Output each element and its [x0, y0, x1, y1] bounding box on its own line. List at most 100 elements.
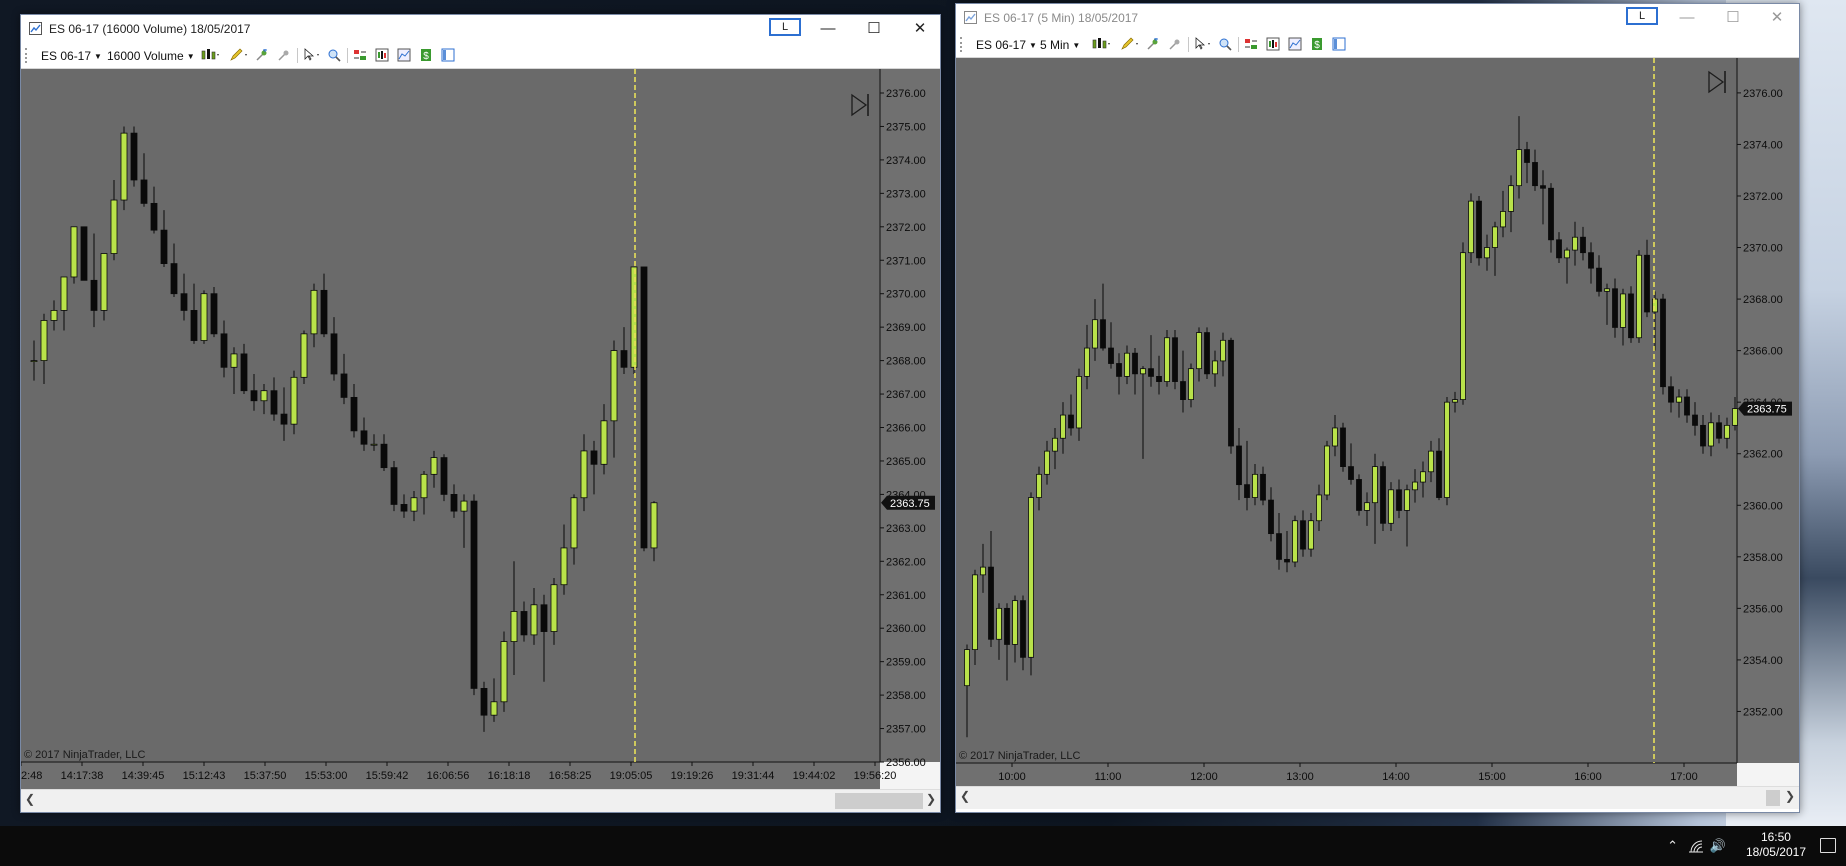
candle-body — [1180, 381, 1186, 400]
candle — [120, 126, 128, 211]
candle — [200, 290, 208, 344]
layout-panel-icon[interactable] — [441, 48, 455, 62]
chart-style-icon[interactable] — [1092, 37, 1112, 51]
cursor-tool-icon[interactable] — [1194, 37, 1214, 51]
drawing-tool-pencil-icon[interactable] — [1120, 37, 1140, 51]
drawing-tool-pencil-icon[interactable] — [229, 48, 249, 62]
close-button[interactable]: ✕ — [897, 15, 943, 43]
add-indicator-icon[interactable] — [255, 48, 269, 62]
title-bar[interactable]: ES 06-17 (16000 Volume) 18/05/2017 L — ☐… — [21, 15, 940, 43]
svg-text:$: $ — [1314, 40, 1320, 51]
candle-body — [1628, 293, 1634, 339]
strategy-icon[interactable] — [1168, 37, 1182, 51]
candle-body — [988, 566, 994, 640]
minimize-button[interactable]: — — [1664, 4, 1710, 32]
candle-body — [1324, 445, 1330, 496]
candle-body — [1204, 332, 1210, 375]
clock-time: 16:50 — [1760, 830, 1791, 844]
candle-body — [560, 547, 568, 586]
scroll-right-arrow-icon[interactable]: ❯ — [1785, 789, 1795, 803]
scroll-left-arrow-icon[interactable]: ❮ — [960, 789, 970, 803]
network-icon[interactable] — [1688, 838, 1704, 854]
candle-body — [1052, 437, 1058, 452]
data-box-icon[interactable] — [1266, 37, 1280, 51]
price-tick-label: 2376.00 — [1743, 88, 1783, 100]
candle-body — [120, 132, 128, 201]
candle-body — [150, 202, 158, 231]
zoom-icon[interactable] — [327, 48, 341, 62]
horizontal-scrollbar[interactable]: ❮ ❯ — [956, 786, 1799, 809]
candle — [1324, 440, 1330, 501]
properties-chart-icon[interactable] — [397, 48, 411, 62]
instrument-label: ES 06-17 — [41, 49, 92, 63]
data-box-icon[interactable] — [375, 48, 389, 62]
ninjatrader-app-icon — [964, 11, 977, 24]
candle-body — [330, 333, 338, 375]
interval-selector[interactable]: 5 Min ▼ — [1040, 38, 1080, 52]
chart-trader-icon[interactable] — [1244, 37, 1258, 51]
scrollbar-thumb[interactable] — [1766, 790, 1780, 806]
instrument-selector[interactable]: ES 06-17 ▼ — [41, 49, 102, 63]
candle — [1468, 193, 1474, 263]
volume-icon[interactable]: 🔊 — [1710, 838, 1726, 854]
candle-body — [1692, 414, 1698, 426]
dollar-icon[interactable]: $ — [1310, 37, 1324, 51]
title-bar[interactable]: ES 06-17 (5 Min) 18/05/2017 L — ☐ ✕ — [956, 4, 1799, 32]
chart-style-icon[interactable] — [201, 48, 221, 62]
candle-body — [50, 310, 58, 321]
candle-body — [570, 497, 578, 549]
instrument-selector[interactable]: ES 06-17 ▼ — [976, 38, 1037, 52]
cursor-tool-icon[interactable] — [303, 48, 323, 62]
maximize-button[interactable]: ☐ — [851, 15, 897, 43]
candle — [1292, 515, 1298, 568]
price-tick-label: 2375.00 — [886, 121, 926, 133]
link-button[interactable]: L — [769, 18, 801, 36]
candle-body — [1556, 239, 1562, 259]
candle-body — [1316, 494, 1322, 522]
candle-body — [1164, 337, 1170, 382]
candle — [1028, 492, 1034, 676]
candle-body — [640, 266, 648, 549]
candle-body — [1148, 368, 1154, 377]
candle-body — [470, 500, 478, 689]
candle-body — [980, 566, 986, 576]
toolbar-grip[interactable] — [960, 37, 964, 52]
toolbar-grip[interactable] — [25, 48, 29, 63]
interval-selector[interactable]: 16000 Volume ▼ — [107, 49, 195, 63]
strategy-icon[interactable] — [277, 48, 291, 62]
add-indicator-icon[interactable] — [1146, 37, 1160, 51]
candle — [1164, 330, 1170, 387]
system-clock[interactable]: 16:50 18/05/2017 — [1746, 830, 1806, 860]
properties-chart-icon[interactable] — [1288, 37, 1302, 51]
candle-body — [1700, 424, 1706, 447]
time-tick-label: 16:58:25 — [549, 770, 592, 782]
candle-body — [1460, 252, 1466, 400]
horizontal-scrollbar[interactable]: ❮ ❯ — [21, 789, 940, 812]
dollar-icon[interactable]: $ — [419, 48, 433, 62]
candle-body — [1580, 236, 1586, 254]
price-tick-label: 2361.00 — [886, 590, 926, 602]
chart-trader-icon[interactable] — [353, 48, 367, 62]
notification-center-icon[interactable] — [1820, 838, 1836, 853]
candle-body — [1156, 375, 1162, 382]
price-chart-volume[interactable]: 2376.00 2375.00 2374.00 2373.00 2372.00 2371.… — [21, 69, 940, 791]
candle-body — [1468, 200, 1474, 254]
price-chart-5min[interactable]: 2376.00 2374.00 2372.00 2370.00 2368.00 2366.… — [956, 58, 1799, 790]
candle-body — [1500, 211, 1506, 228]
candle-body — [30, 360, 38, 363]
candle-body — [180, 293, 188, 311]
candle — [1388, 482, 1394, 532]
zoom-icon[interactable] — [1218, 37, 1232, 51]
time-tick-label: 15:59:42 — [366, 770, 409, 782]
candle-body — [1476, 200, 1482, 259]
close-button[interactable]: ✕ — [1754, 4, 1800, 32]
scrollbar-thumb[interactable] — [835, 793, 923, 809]
link-button[interactable]: L — [1626, 7, 1658, 25]
scroll-right-arrow-icon[interactable]: ❯ — [926, 792, 936, 806]
chevron-up-icon[interactable]: ⌃ — [1667, 838, 1678, 854]
maximize-button[interactable]: ☐ — [1710, 4, 1756, 32]
scroll-left-arrow-icon[interactable]: ❮ — [25, 792, 35, 806]
candle — [500, 631, 508, 712]
minimize-button[interactable]: — — [805, 15, 851, 43]
layout-panel-icon[interactable] — [1332, 37, 1346, 51]
